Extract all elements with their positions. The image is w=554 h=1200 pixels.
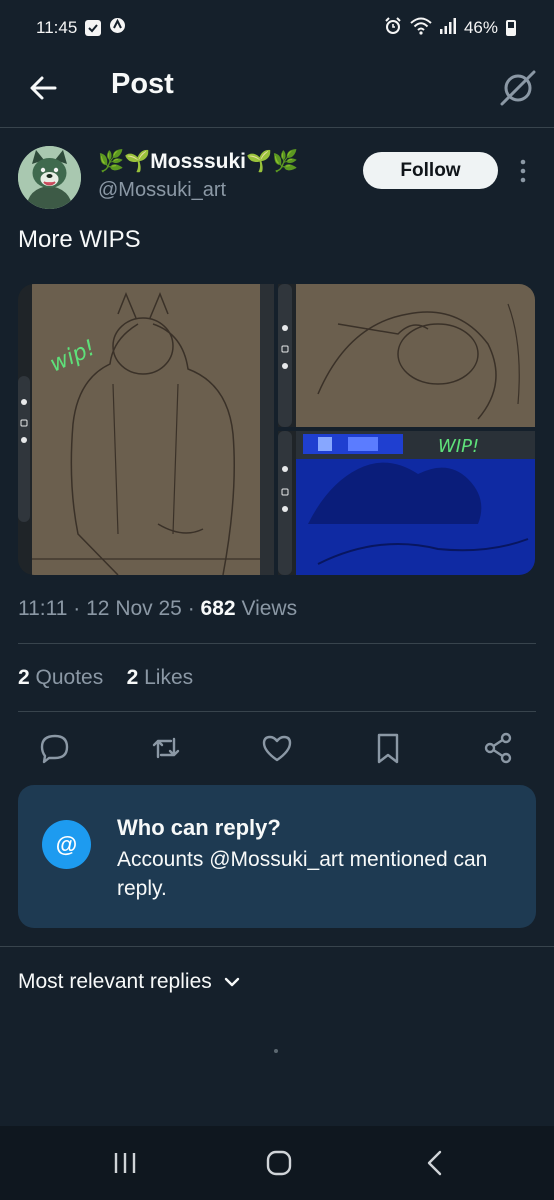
post-stats: 2 Quotes 2 Likes: [18, 666, 193, 690]
recent-apps-button[interactable]: [110, 1148, 140, 1178]
grok-icon: [500, 70, 536, 106]
likes-label: Likes: [144, 666, 194, 689]
top-bar: Post: [0, 56, 554, 128]
grok-button[interactable]: [498, 68, 538, 108]
loading-dot: [274, 1049, 278, 1053]
battery-icon: [506, 20, 516, 36]
who-can-reply-title: Who can reply?: [117, 815, 281, 840]
quotes-label: Quotes: [35, 666, 104, 689]
alarm-icon: [384, 16, 402, 40]
notification-box-icon: [85, 20, 102, 36]
like-icon: [262, 735, 292, 762]
status-bar: 11:45 46%: [0, 0, 554, 56]
post-meta: 11:11 · 12 Nov 25 · 682 Views: [18, 597, 297, 621]
bookmark-icon: [377, 733, 399, 764]
chevron-left-icon: [427, 1150, 442, 1176]
replies-sort-dropdown[interactable]: Most relevant replies: [18, 970, 240, 994]
status-time: 11:45: [36, 18, 78, 37]
post-time: 11:11: [18, 597, 68, 620]
system-back-button[interactable]: [420, 1148, 450, 1178]
divider: [18, 711, 536, 712]
replies-sort-label: Most relevant replies: [18, 970, 212, 993]
media-grid: wip! WIP!: [18, 284, 535, 575]
wifi-icon: [410, 17, 432, 40]
media-image-2[interactable]: [278, 284, 535, 427]
chevron-down-icon: [224, 977, 239, 987]
avatar[interactable]: [18, 146, 81, 209]
author-display-name: Mosssuki: [150, 150, 246, 173]
likes-stat[interactable]: 2 Likes: [127, 666, 194, 689]
author-name[interactable]: 🌿🌱Mosssuki🌱🌿: [98, 150, 298, 174]
reply-button[interactable]: [38, 731, 72, 765]
arrow-left-icon: [30, 76, 57, 100]
share-icon: [484, 732, 512, 764]
quotes-count: 2: [18, 666, 30, 689]
media-image-3-caption: WIP!: [438, 436, 479, 457]
vpn-icon: [109, 17, 126, 39]
like-button[interactable]: [260, 731, 294, 765]
post-text: More WIPS: [18, 226, 141, 253]
divider: [18, 643, 536, 644]
meta-separator-2: ·: [187, 597, 195, 620]
author-handle[interactable]: @Mossuki_art: [98, 179, 226, 202]
media-image-1[interactable]: wip!: [18, 284, 274, 575]
signal-icon: [439, 17, 456, 39]
media-image-3[interactable]: WIP!: [278, 431, 535, 575]
likes-count: 2: [126, 666, 139, 689]
views-count: 682: [200, 597, 236, 620]
post-date: 12 Nov 25: [86, 597, 182, 620]
home-button[interactable]: [264, 1148, 294, 1178]
back-button[interactable]: [28, 72, 60, 104]
author-name-prefix: 🌿🌱: [98, 150, 151, 173]
more-options-button[interactable]: [514, 158, 532, 184]
quotes-stat[interactable]: 2 Quotes: [18, 666, 103, 689]
battery-percent: 46%: [463, 18, 498, 37]
page-title: Post: [111, 68, 174, 100]
home-icon: [266, 1150, 292, 1176]
share-button[interactable]: [481, 731, 515, 765]
views-label: Views: [241, 597, 298, 620]
bookmark-button[interactable]: [371, 731, 405, 765]
more-vertical-icon: [520, 159, 526, 183]
reply-icon: [40, 734, 69, 764]
repost-button[interactable]: [149, 731, 183, 765]
divider: [0, 946, 554, 947]
meta-separator-1: ·: [73, 597, 81, 620]
who-can-reply-card: @ Who can reply? Accounts @Mossuki_art m…: [18, 785, 536, 928]
recent-apps-icon: [114, 1153, 136, 1173]
mention-icon: @: [42, 820, 91, 869]
author-name-suffix: 🌱🌿: [246, 150, 299, 173]
system-navigation-bar: [0, 1126, 554, 1200]
follow-button[interactable]: Follow: [363, 152, 498, 189]
who-can-reply-body: Accounts @Mossuki_art mentioned can repl…: [117, 848, 488, 900]
repost-icon: [152, 737, 180, 759]
